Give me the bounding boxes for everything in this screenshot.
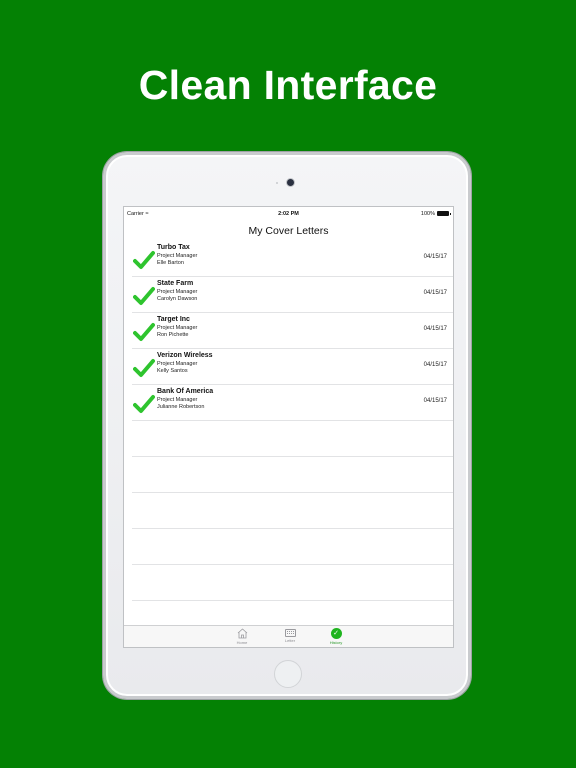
tab-home[interactable]: Home <box>227 628 257 645</box>
company-name: Target Inc <box>157 316 190 323</box>
home-icon <box>237 628 247 639</box>
contact-name: Ron Pichette <box>157 332 189 338</box>
list-item[interactable]: Target Inc Project Manager Ron Pichette … <box>132 313 453 349</box>
front-camera <box>287 179 294 186</box>
letter-date: 04/15/17 <box>423 398 447 404</box>
checkmark-icon <box>133 251 155 269</box>
letter-date: 04/15/17 <box>423 326 447 332</box>
list-item[interactable]: Turbo Tax Project Manager Elle Barton 04… <box>132 241 453 277</box>
history-icon: ✓ <box>330 628 342 639</box>
list-item[interactable]: Bank Of America Project Manager Julianne… <box>132 385 453 421</box>
status-bar: Carrier ≈ 2:02 PM 100% <box>124 207 453 221</box>
company-name: Verizon Wireless <box>157 352 213 359</box>
checkmark-icon <box>133 323 155 341</box>
contact-name: Carolyn Dawson <box>157 296 198 302</box>
letter-date: 04/15/17 <box>423 254 447 260</box>
contact-name: Julianne Robertson <box>157 404 205 410</box>
tab-bar: Home Letter ✓ History <box>124 625 453 647</box>
tab-label: History <box>329 640 343 645</box>
ipad-frame: Carrier ≈ 2:02 PM 100% My Cover Letters … <box>103 152 471 699</box>
letter-date: 04/15/17 <box>423 290 447 296</box>
keyboard-icon <box>284 629 296 637</box>
checkmark-icon <box>133 395 155 413</box>
list-item[interactable]: Verizon Wireless Project Manager Kelly S… <box>132 349 453 385</box>
tab-letter[interactable]: Letter <box>275 628 305 643</box>
letter-date: 04/15/17 <box>423 362 447 368</box>
empty-row <box>132 457 453 493</box>
contact-name: Elle Barton <box>157 260 184 266</box>
job-title: Project Manager <box>157 397 198 403</box>
status-time: 2:02 PM <box>278 211 299 217</box>
company-name: Turbo Tax <box>157 244 190 251</box>
contact-name: Kelly Santos <box>157 368 188 374</box>
job-title: Project Manager <box>157 289 198 295</box>
home-button[interactable] <box>274 660 302 688</box>
cover-letter-list: Turbo Tax Project Manager Elle Barton 04… <box>124 241 453 637</box>
job-title: Project Manager <box>157 325 198 331</box>
tab-label: Letter <box>284 638 296 643</box>
empty-row <box>132 565 453 601</box>
job-title: Project Manager <box>157 253 198 259</box>
tab-history[interactable]: ✓ History <box>321 628 351 645</box>
sensor-dot <box>276 182 278 184</box>
company-name: Bank Of America <box>157 388 214 395</box>
app-screen: Carrier ≈ 2:02 PM 100% My Cover Letters … <box>123 206 454 648</box>
battery-icon <box>437 211 451 216</box>
checkmark-icon <box>133 287 155 305</box>
page-title: My Cover Letters <box>248 225 329 237</box>
list-item[interactable]: State Farm Project Manager Carolyn Dawso… <box>132 277 453 313</box>
headline: Clean Interface <box>138 62 438 108</box>
company-name: State Farm <box>157 280 194 287</box>
empty-row <box>132 421 453 457</box>
checkmark-icon <box>133 359 155 377</box>
job-title: Project Manager <box>157 361 198 367</box>
empty-row <box>132 529 453 565</box>
battery-percent: 100% <box>420 211 435 217</box>
tab-label: Home <box>236 640 248 645</box>
empty-row <box>132 493 453 529</box>
